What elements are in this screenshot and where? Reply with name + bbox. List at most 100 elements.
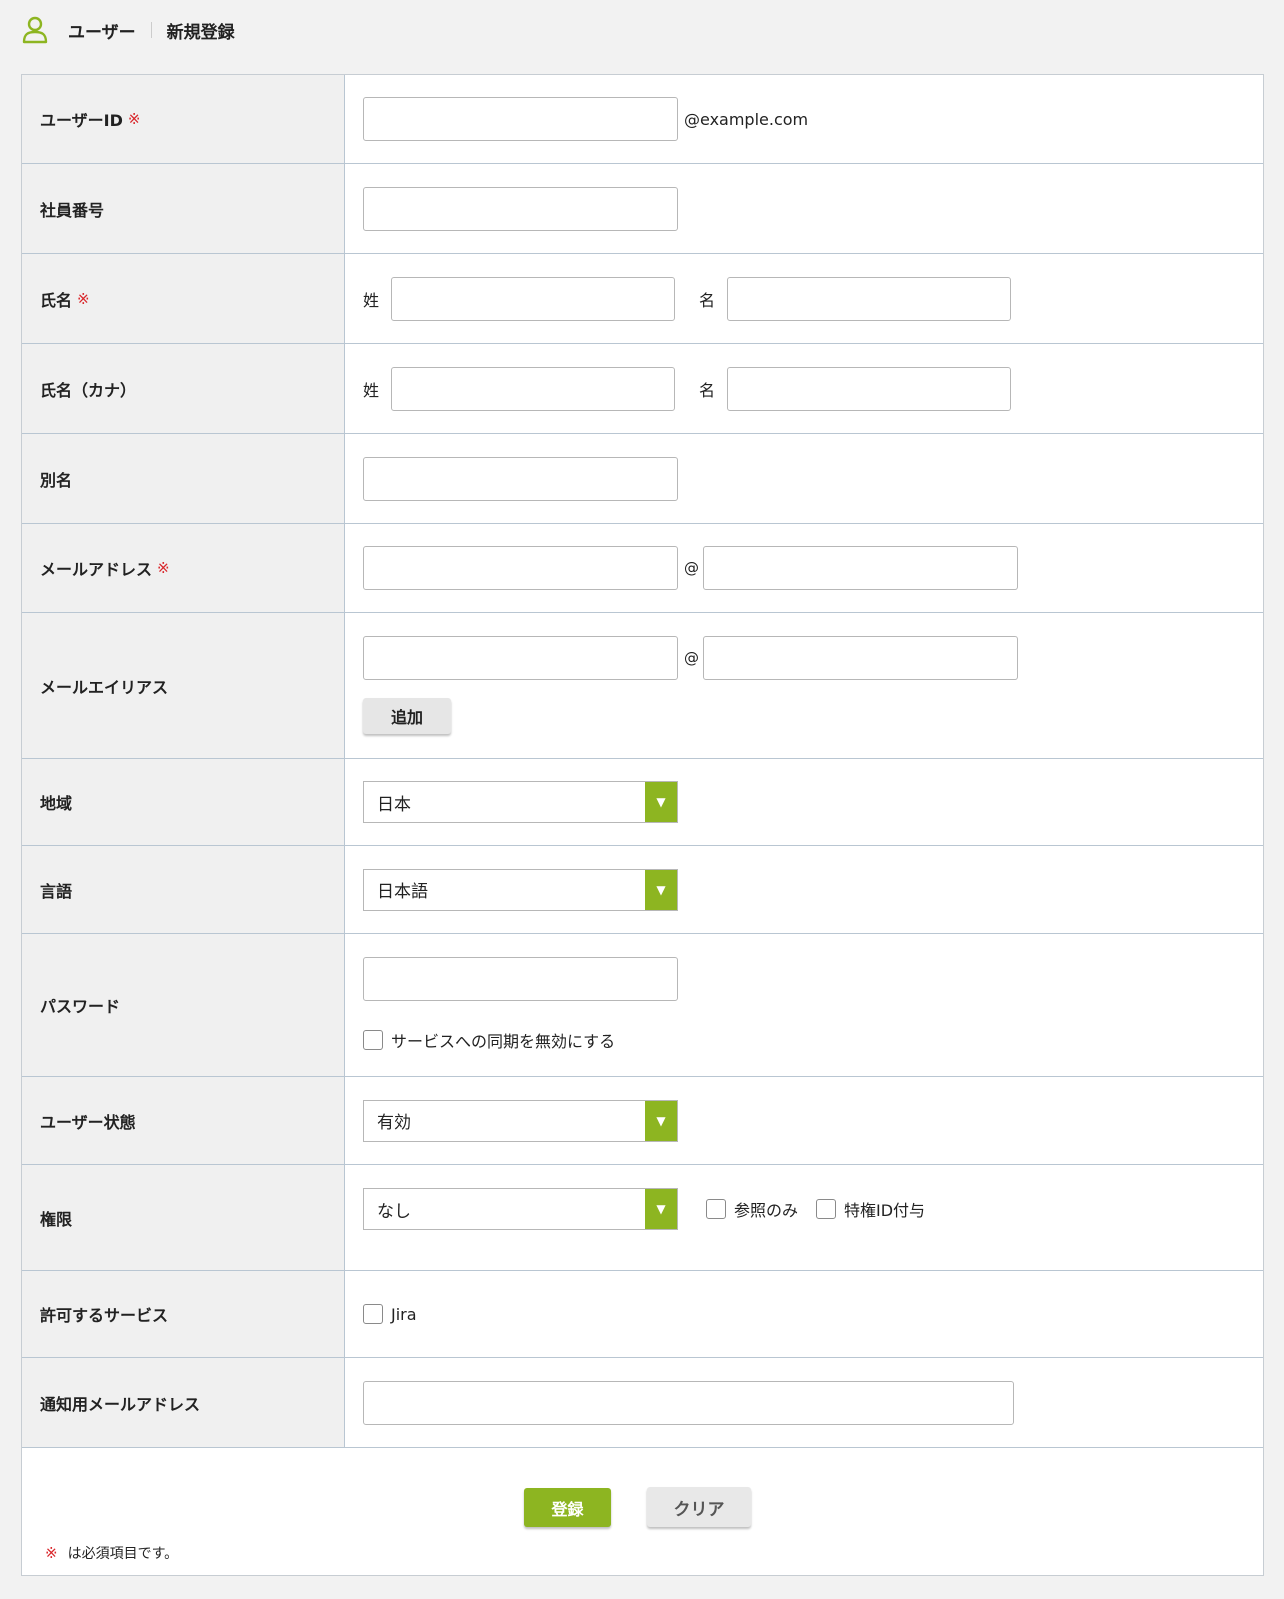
email-domain-input[interactable] [703,546,1018,590]
disable-sync-option[interactable]: サービスへの同期を無効にする [363,1028,1263,1052]
row-email-alias: メールエイリアス @ 追加 [22,613,1263,759]
label-text: 通知用メールアドレス [40,1394,201,1414]
email-alias-domain-input[interactable] [703,636,1018,680]
required-mark: ※ [77,289,90,308]
row-email: メールアドレス ※ @ [22,524,1263,613]
label-password: パスワード [22,934,345,1076]
last-name-kana-label: 姓 [363,380,380,400]
label-region: 地域 [22,759,345,845]
language-select[interactable]: 日本語 ▼ [363,868,678,911]
row-name: 氏名 ※ 姓 名 [22,254,1263,344]
row-alias: 別名 [22,434,1263,524]
breadcrumb-section[interactable]: ユーザー [68,18,136,43]
email-at-sign: @ [684,559,699,577]
breadcrumb: ユーザー 新規登録 [22,14,235,46]
email-alias-local-input[interactable] [363,636,678,680]
permission-select[interactable]: なし ▼ [363,1188,678,1230]
label-text: 氏名（カナ） [40,380,137,400]
label-alias: 別名 [22,434,345,523]
page-title: 新規登録 [166,22,235,43]
breadcrumb-divider [150,22,152,38]
email-local-input[interactable] [363,546,678,590]
privileged-id-label[interactable]: 特権ID付与 [844,1197,925,1221]
label-notify-email: 通知用メールアドレス [22,1358,345,1447]
language-selected-value: 日本語 [377,882,428,902]
required-note: ※ は必須項目です。 [45,1543,178,1563]
label-language: 言語 [22,846,345,933]
alias-input[interactable] [363,456,678,501]
privileged-id-checkbox[interactable] [816,1199,837,1219]
dropdown-arrow-icon[interactable]: ▼ [645,1189,677,1229]
label-email: メールアドレス ※ [22,524,345,612]
user-id-input[interactable] [363,97,678,141]
password-input[interactable] [363,957,678,1001]
row-permission: 権限 なし ▼ 参照のみ 特権ID付与 [22,1165,1263,1271]
dropdown-arrow-icon[interactable]: ▼ [645,869,677,910]
row-employee-number: 社員番号 [22,164,1263,254]
last-name-label: 姓 [363,290,380,310]
row-notify-email: 通知用メールアドレス [22,1358,1263,1448]
required-mark: ※ [127,110,141,128]
user-icon [22,16,48,44]
first-name-kana-label: 名 [699,380,716,400]
read-only-checkbox[interactable] [706,1199,726,1219]
disable-sync-checkbox[interactable] [363,1030,383,1050]
label-text: メールアドレス [40,560,153,579]
label-name: 氏名 ※ [22,254,345,343]
label-employee-number: 社員番号 [22,164,345,253]
employee-number-input[interactable] [363,186,678,231]
row-language: 言語 日本語 ▼ [22,846,1263,934]
last-name-kana-input[interactable] [391,366,676,411]
region-selected-value: 日本 [377,794,411,815]
label-text: 言語 [40,881,73,901]
add-alias-button[interactable]: 追加 [363,698,451,734]
label-text: 別名 [40,470,73,490]
row-name-kana: 氏名（カナ） 姓 名 [22,344,1263,434]
row-user-status: ユーザー状態 有効 ▼ [22,1077,1263,1165]
row-password: パスワード サービスへの同期を無効にする [22,934,1263,1077]
first-name-input[interactable] [727,276,1012,321]
label-text: ユーザーID [40,111,123,130]
read-only-label[interactable]: 参照のみ [734,1197,798,1221]
label-name-kana: 氏名（カナ） [22,344,345,433]
row-region: 地域 日本 ▼ [22,759,1263,846]
label-text: パスワード [40,997,121,1016]
row-allowed-services: 許可するサービス Jira [22,1271,1263,1358]
region-select[interactable]: 日本 ▼ [363,781,678,823]
user-status-selected-value: 有効 [377,1113,411,1133]
user-id-domain-suffix: @example.com [684,109,809,129]
label-allowed-services: 許可するサービス [22,1271,345,1357]
privileged-id-option[interactable]: 特権ID付与 [816,1197,925,1221]
required-mark: ※ [157,559,170,577]
label-text: 氏名 [40,290,73,310]
jira-label[interactable]: Jira [391,1305,417,1324]
row-user-id: ユーザーID ※ @example.com [22,75,1263,164]
register-button[interactable]: 登録 [524,1488,611,1527]
label-text: 許可するサービス [40,1306,169,1325]
last-name-input[interactable] [391,276,676,321]
label-text: ユーザー状態 [40,1112,136,1132]
disable-sync-label[interactable]: サービスへの同期を無効にする [391,1028,615,1052]
email-alias-at-sign: @ [684,649,699,667]
label-user-status: ユーザー状態 [22,1077,345,1164]
label-text: 地域 [40,794,73,813]
clear-button[interactable]: クリア [647,1487,751,1527]
label-text: メールエイリアス [40,677,169,697]
read-only-option[interactable]: 参照のみ [706,1197,798,1221]
required-note-text: は必須項目です。 [67,1546,179,1562]
permission-selected-value: なし [377,1201,411,1222]
jira-checkbox[interactable] [363,1304,383,1324]
user-status-select[interactable]: 有効 ▼ [363,1099,678,1142]
registration-form: ユーザーID ※ @example.com 社員番号 氏名 ※ 姓 名 氏名（カ… [21,74,1264,1576]
notify-email-input[interactable] [363,1380,1014,1425]
dropdown-arrow-icon[interactable]: ▼ [645,1100,677,1141]
label-user-id: ユーザーID ※ [22,75,345,163]
first-name-kana-input[interactable] [727,366,1012,411]
label-email-alias: メールエイリアス [22,613,345,758]
service-option-jira[interactable]: Jira [363,1304,1263,1324]
first-name-label: 名 [699,290,716,310]
label-text: 権限 [40,1209,73,1229]
label-permission: 権限 [22,1165,345,1270]
dropdown-arrow-icon[interactable]: ▼ [645,782,677,822]
label-text: 社員番号 [40,200,105,220]
